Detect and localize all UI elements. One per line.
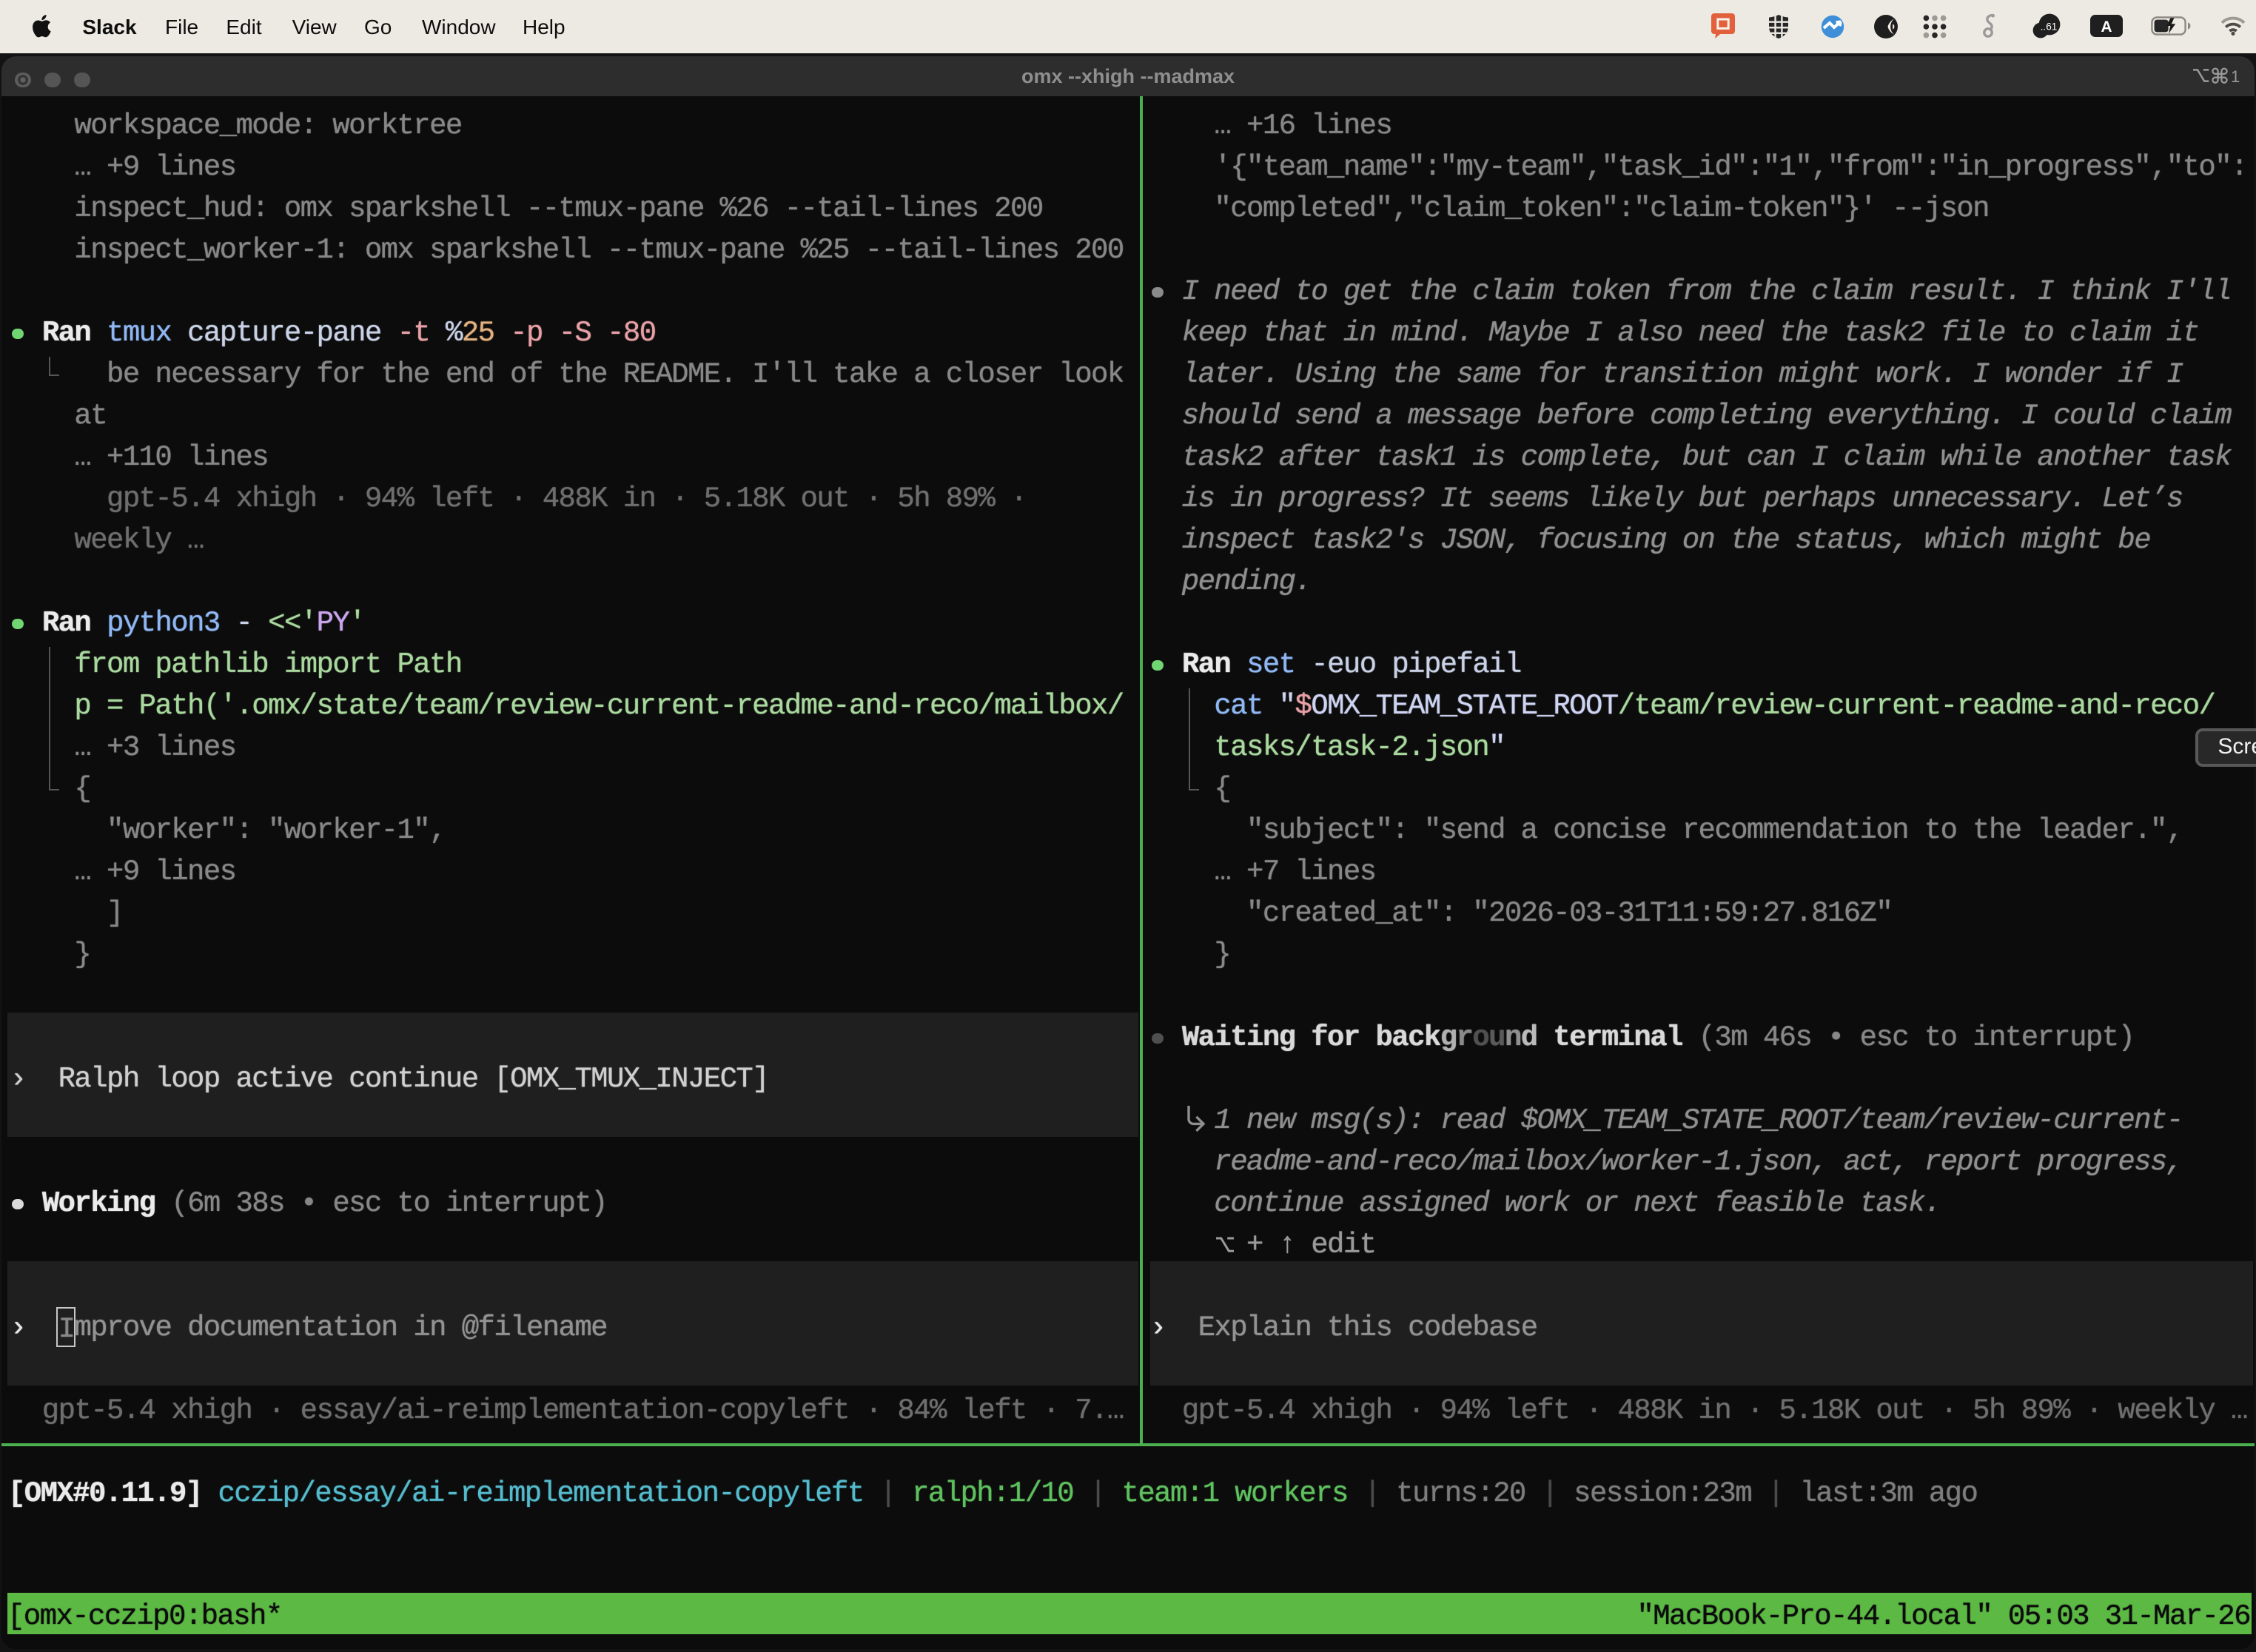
svg-text:1: 1 <box>2231 68 2240 87</box>
svg-text:A: A <box>2100 19 2111 36</box>
svg-text:..61: ..61 <box>2040 21 2057 32</box>
